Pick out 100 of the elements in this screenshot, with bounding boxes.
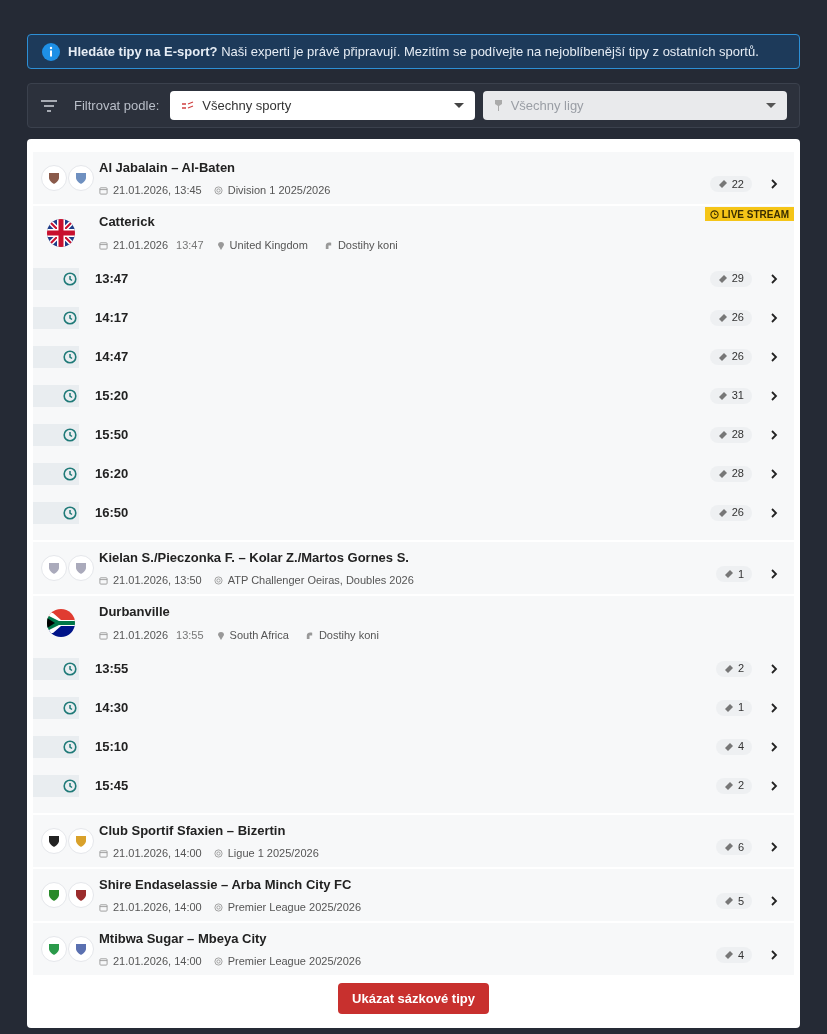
clock-icon [63,427,77,442]
clock-icon [63,310,77,325]
match-row[interactable]: Kielan S./Pieczonka F. – Kolar Z./Martos Gornes S. 21.01.2026, 13:50 ATP Challenger Oeiras, Doubles 2026 1 [33,542,794,594]
target-icon [213,956,223,966]
shield-icon [47,942,61,956]
league-name: Premier League 2025/2026 [227,954,362,969]
chevron-right-icon[interactable] [770,179,778,189]
filter-label: Filtrovat podle: [74,96,160,115]
league-name: ATP Challenger Oeiras, Doubles 2026 [227,573,414,588]
match-datetime: 21.01.2026, 14:00 [113,900,202,915]
chevron-right-icon[interactable] [770,351,778,362]
ticket-icon [717,507,728,518]
chevron-right-icon[interactable] [770,569,778,579]
tips-count-badge: 1 [715,699,752,716]
ticket-icon [723,663,734,674]
tips-count-badge: 2 [715,777,752,794]
flag-icon [47,608,75,637]
tips-count-badge: 6 [715,839,752,855]
sport-name: Dostihy koni [318,628,379,643]
shield-icon [74,834,88,848]
clock-icon [63,349,77,364]
clock-icon [709,209,719,219]
race-date: 21.01.2026 [113,628,169,643]
calendar-icon [99,240,108,250]
match-datetime: 21.01.2026, 13:45 [113,183,202,198]
league-name: Ligue 1 2025/2026 [227,846,319,861]
shield-icon [74,942,88,956]
tips-count-badge: 26 [709,348,752,365]
match-datetime: 21.01.2026, 14:00 [113,954,202,969]
chevron-right-icon[interactable] [770,429,778,440]
match-title: Al Jabalain – Al-Baten [99,158,237,177]
ticket-icon [723,780,734,791]
ticket-icon [723,741,734,752]
chevron-right-icon[interactable] [770,390,778,401]
caret-icon [453,102,464,109]
info-text: Hledáte tipy na E-sport? Naši experti je právě připravují. Mezitím se podívejte na nejoblíbenější tipy z ostatních sportů. [68,42,759,61]
target-icon [213,185,223,195]
tips-count-badge: 29 [709,270,752,287]
shield-icon [47,834,61,848]
location-pin-icon [216,630,225,641]
chevron-right-icon[interactable] [770,741,778,752]
chevron-right-icon[interactable] [770,702,778,713]
sport-name: Dostihy koni [337,238,398,253]
chevron-right-icon[interactable] [770,507,778,518]
location-pin-icon [216,240,225,251]
chevron-right-icon[interactable] [770,663,778,674]
match-datetime: 21.01.2026, 14:00 [113,846,202,861]
race-title: Catterick [99,212,156,231]
chevron-right-icon[interactable] [770,950,778,960]
shield-icon [47,171,61,185]
run-time: 15:10 [95,737,130,756]
target-icon [213,848,223,858]
match-title: Mtibwa Sugar – Mbeya City [99,929,268,948]
match-row[interactable]: Shire Endaselassie – Arba Minch City FC 21.01.2026, 14:00 Premier League 2025/2026 5 [33,869,794,921]
run-time: 16:20 [95,464,130,483]
show-tips-button[interactable]: Ukázat sázkové tipy [338,983,489,1014]
dropdown-value: Všechny ligy [510,96,585,115]
ticket-icon [723,950,734,960]
filter-dropdown[interactable]: Všechny sporty [170,91,475,120]
tips-count-badge: 22 [709,176,752,192]
shield-icon [74,171,88,185]
live-stream-badge: LIVE STREAM [704,207,794,221]
run-time: 15:20 [95,386,130,405]
calendar-icon [99,575,108,585]
clock-icon [63,661,77,676]
ticket-icon [717,429,728,440]
chevron-right-icon[interactable] [770,273,778,284]
info-icon [42,42,60,61]
shield-icon [74,888,88,902]
tips-count-badge: 26 [709,504,752,521]
calendar-icon [99,630,108,640]
chevron-right-icon[interactable] [770,312,778,323]
shield-icon [74,561,88,575]
match-row[interactable]: Mtibwa Sugar – Mbeya City 21.01.2026, 14:00 Premier League 2025/2026 4 [33,923,794,975]
chevron-right-icon[interactable] [770,896,778,906]
run-time: 15:45 [95,776,130,795]
chevron-right-icon[interactable] [770,842,778,852]
match-row[interactable]: Al Jabalain – Al-Baten 21.01.2026, 13:45 Division 1 2025/2026 22 [33,152,794,204]
clock-icon [63,388,77,403]
ticket-icon [717,468,728,479]
target-icon [213,902,223,912]
run-time: 14:30 [95,698,130,717]
match-title: Kielan S./Pieczonka F. – Kolar Z./Martos Gornes S. [99,548,410,567]
calendar-icon [99,185,108,195]
shield-icon [47,561,61,575]
ticket-icon [717,351,728,362]
chevron-right-icon[interactable] [770,468,778,479]
chevron-right-icon[interactable] [770,780,778,791]
target-icon [213,575,223,585]
match-title: Club Sportif Sfaxien – Bizertin [99,821,287,840]
country-name: United Kingdom [229,238,308,253]
clock-icon [63,739,77,754]
caret-icon [766,102,776,109]
dropdown-value: Všechny sporty [202,96,293,115]
match-row[interactable]: Club Sportif Sfaxien – Bizertin 21.01.2026, 14:00 Ligue 1 2025/2026 6 [33,815,794,867]
calendar-icon [99,902,108,912]
ticket-icon [717,312,728,323]
tips-count-badge: 4 [715,947,752,963]
ticket-icon [723,702,734,713]
tips-count-badge: 5 [715,893,752,909]
